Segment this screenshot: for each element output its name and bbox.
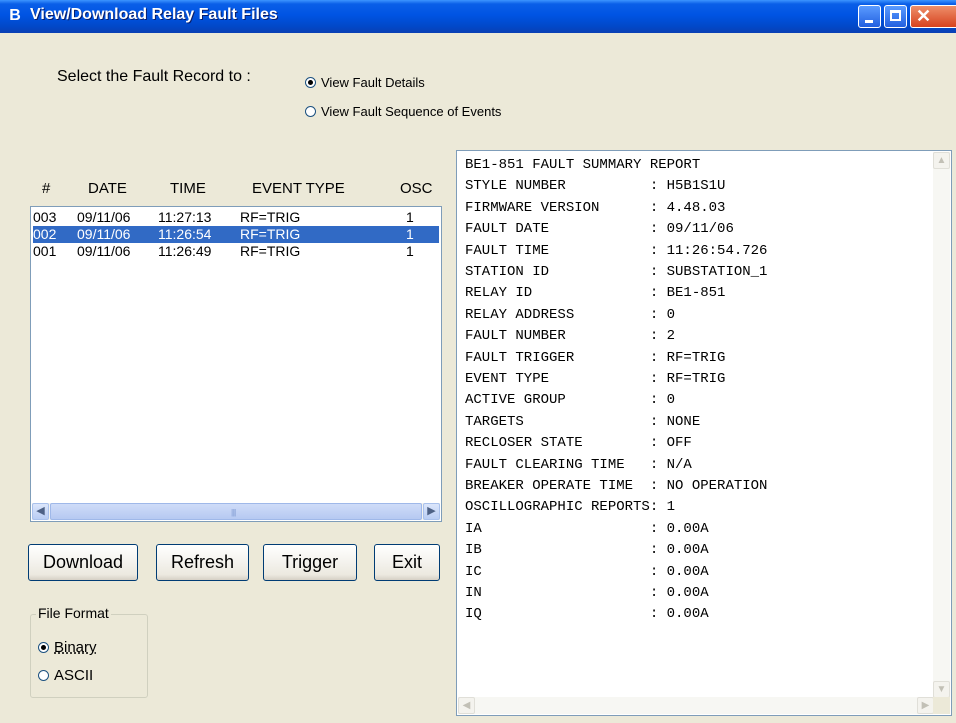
- file-format-group: [30, 614, 148, 698]
- chevron-up-icon: ▲: [936, 155, 947, 166]
- report-line: STATION ID : SUBSTATION_1: [465, 264, 768, 280]
- scroll-up-button[interactable]: ▲: [933, 152, 950, 169]
- trigger-button[interactable]: Trigger: [263, 544, 357, 581]
- close-button[interactable]: ✕: [910, 5, 956, 28]
- download-button[interactable]: Download: [28, 544, 138, 581]
- row-osc: 1: [406, 226, 414, 242]
- column-header-osc: OSC: [400, 180, 433, 197]
- list-row-selected[interactable]: 002 09/11/06 11:26:54 RF=TRIG 1: [33, 226, 439, 243]
- report-line: IC : 0.00A: [465, 563, 709, 580]
- radio-button-checked[interactable]: [305, 77, 316, 88]
- column-header-event-type: EVENT TYPE: [252, 180, 345, 197]
- report-line: STYLE NUMBER : H5B1S1U: [465, 178, 726, 195]
- select-record-label: Select the Fault Record to :: [57, 68, 251, 85]
- title-bar[interactable]: B View/Download Relay Fault Files ✕: [0, 0, 956, 33]
- radio-label: ASCII: [54, 667, 94, 684]
- grip-icon: ||||: [231, 508, 236, 517]
- report-line: OSCILLOGRAPHIC REPORTS: 1: [465, 499, 676, 516]
- column-header-number: #: [42, 180, 51, 197]
- window-title: View/Download Relay Fault Files: [30, 6, 278, 23]
- report-line: FAULT NUMBER : 2: [465, 328, 676, 345]
- relay-app-icon[interactable]: B: [6, 7, 24, 25]
- chevron-down-icon: ▼: [936, 684, 947, 695]
- maximize-button[interactable]: [884, 5, 907, 28]
- maximize-icon: [890, 10, 901, 21]
- list-header: # DATE TIME EVENT TYPE OSC: [30, 180, 442, 200]
- close-icon: ✕: [916, 6, 932, 26]
- report-line: IN : 0.00A: [465, 585, 709, 601]
- row-number: 002: [33, 226, 57, 242]
- list-horizontal-scrollbar[interactable]: ◀ |||| ▶: [32, 503, 440, 520]
- report-line: FIRMWARE VERSION : 4.48.03: [465, 199, 726, 216]
- report-line: IB : 0.00A: [465, 542, 709, 559]
- scroll-right-button[interactable]: ▶: [917, 697, 934, 714]
- radio-label: Binary: [54, 639, 97, 656]
- report-line: BREAKER OPERATE TIME : NO OPERATION: [465, 478, 768, 494]
- report-line: RECLOSER STATE : OFF: [465, 435, 692, 452]
- report-vertical-scrollbar[interactable]: ▲ ▼: [933, 152, 950, 698]
- radio-label: View Fault Details: [321, 75, 425, 90]
- chevron-left-icon: ◀: [36, 505, 45, 517]
- row-time: 11:26:54: [158, 226, 212, 242]
- radio-ascii[interactable]: ASCII: [38, 667, 93, 684]
- report-horizontal-scrollbar[interactable]: ◀ ▶: [458, 697, 934, 714]
- row-osc: 1: [406, 243, 414, 259]
- scroll-right-button[interactable]: ▶: [423, 503, 440, 520]
- row-number: 003: [33, 209, 57, 225]
- column-header-time: TIME: [170, 180, 206, 197]
- fault-summary-report[interactable]: BE1-851 FAULT SUMMARY REPORT STYLE NUMBER…: [456, 150, 952, 716]
- row-event-type: RF=TRIG: [240, 243, 301, 259]
- report-line: BE1-851 FAULT SUMMARY REPORT: [465, 157, 701, 173]
- radio-button-checked[interactable]: [38, 642, 49, 653]
- column-header-date: DATE: [88, 180, 127, 197]
- row-date: 09/11/06: [77, 209, 131, 225]
- scrollbar-corner: [933, 697, 950, 714]
- row-osc: 1: [406, 209, 414, 225]
- radio-label: View Fault Sequence of Events: [321, 104, 502, 119]
- row-date: 09/11/06: [77, 243, 131, 259]
- report-line: FAULT CLEARING TIME : N/A: [465, 456, 692, 473]
- report-line: FAULT DATE : 09/11/06: [465, 221, 734, 238]
- report-line: TARGETS : NONE: [465, 413, 701, 430]
- report-line: FAULT TRIGGER : RF=TRIG: [465, 349, 726, 366]
- radio-button[interactable]: [38, 670, 49, 681]
- chevron-right-icon: ▶: [427, 505, 436, 517]
- scroll-left-button[interactable]: ◀: [458, 697, 475, 714]
- report-line: EVENT TYPE : RF=TRIG: [465, 371, 726, 387]
- minimize-icon: [865, 20, 873, 23]
- row-time: 11:26:49: [158, 243, 212, 259]
- radio-binary[interactable]: Binary: [38, 639, 97, 656]
- fault-record-list[interactable]: 003 09/11/06 11:27:13 RF=TRIG 1 002 09/1…: [30, 206, 442, 522]
- minimize-button[interactable]: [858, 5, 881, 28]
- chevron-right-icon: ▶: [921, 700, 930, 711]
- report-line: RELAY ADDRESS : 0: [465, 306, 676, 323]
- report-line: IA : 0.00A: [465, 520, 709, 537]
- report-line: RELAY ID : BE1-851: [465, 285, 726, 302]
- list-row[interactable]: 003 09/11/06 11:27:13 RF=TRIG 1: [33, 209, 439, 226]
- radio-view-fault-details[interactable]: View Fault Details: [305, 75, 425, 90]
- scroll-left-button[interactable]: ◀: [32, 503, 49, 520]
- row-event-type: RF=TRIG: [240, 226, 301, 242]
- report-line: IQ : 0.00A: [465, 606, 709, 623]
- radio-button[interactable]: [305, 106, 316, 117]
- row-date: 09/11/06: [77, 226, 131, 242]
- chevron-left-icon: ◀: [462, 700, 471, 711]
- row-number: 001: [33, 243, 57, 259]
- report-line: ACTIVE GROUP : 0: [465, 392, 676, 409]
- exit-button[interactable]: Exit: [374, 544, 440, 581]
- row-time: 11:27:13: [158, 209, 212, 225]
- refresh-button[interactable]: Refresh: [156, 544, 249, 581]
- scroll-down-button[interactable]: ▼: [933, 681, 950, 698]
- file-format-label: File Format: [36, 605, 111, 621]
- report-line: FAULT TIME : 11:26:54.726: [465, 242, 768, 259]
- list-row[interactable]: 001 09/11/06 11:26:49 RF=TRIG 1: [33, 243, 439, 260]
- row-event-type: RF=TRIG: [240, 209, 301, 225]
- scroll-thumb[interactable]: ||||: [50, 503, 422, 520]
- radio-view-sequence-of-events[interactable]: View Fault Sequence of Events: [305, 104, 501, 119]
